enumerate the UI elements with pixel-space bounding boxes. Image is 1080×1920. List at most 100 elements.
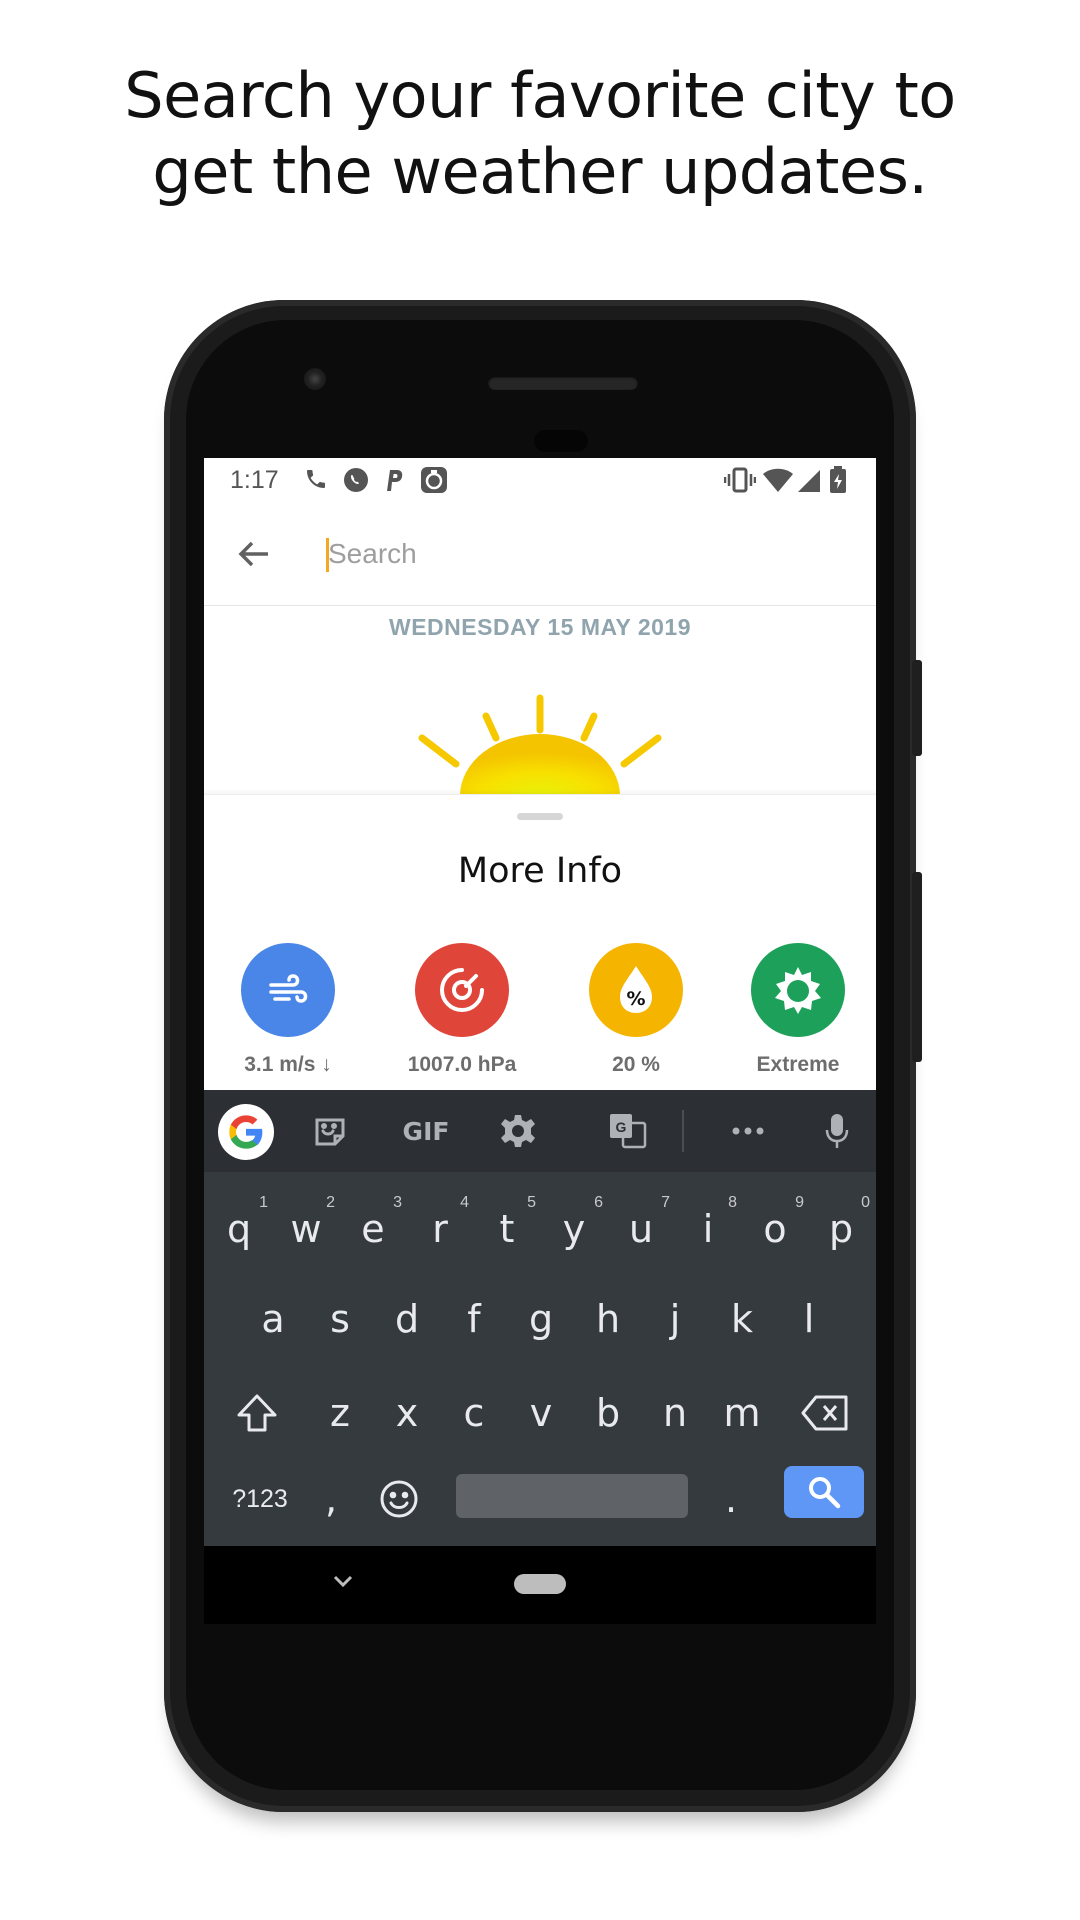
city-search-input[interactable] [326,526,846,582]
mic-icon[interactable] [822,1108,852,1154]
key-b[interactable]: b [575,1374,641,1452]
key-c[interactable]: c [441,1374,507,1452]
key-e[interactable]: e3 [340,1190,406,1268]
sun-icon [204,690,876,796]
key-a[interactable]: a [240,1280,306,1358]
uv-value: Extreme [756,1053,840,1076]
system-nav-bar [204,1546,876,1624]
key-o[interactable]: o9 [742,1190,808,1268]
uv-sun-icon [751,943,845,1037]
more-info-sheet: More Info 3.1 m/s ↓ 1007.0 hPa % 20 % Ex… [204,794,876,1090]
shift-icon[interactable] [224,1374,290,1452]
whatsapp-icon [342,466,370,499]
key-j[interactable]: j [642,1280,708,1358]
translate-icon[interactable]: G [606,1108,650,1154]
vibrate-icon [723,466,757,499]
humidity-info: % 20 % [556,943,716,1077]
more-dots-icon[interactable] [726,1108,770,1154]
key-label: r [432,1207,448,1251]
symbols-key[interactable]: ?123 [218,1460,302,1538]
key-s[interactable]: s [307,1280,373,1358]
backspace-icon[interactable] [792,1374,858,1452]
key-label: t [499,1207,515,1251]
key-hint: 8 [728,1194,737,1211]
key-hint: 6 [594,1194,603,1211]
back-arrow-icon[interactable] [234,534,274,574]
key-h[interactable]: h [575,1280,641,1358]
key-hint: 2 [326,1194,335,1211]
key-q[interactable]: q1 [206,1190,272,1268]
key-hint: 4 [460,1194,469,1211]
pressure-icon [415,943,509,1037]
key-d[interactable]: d [374,1280,440,1358]
comma-key[interactable]: , [306,1460,356,1538]
key-label: y [562,1207,586,1251]
key-l[interactable]: l [776,1280,842,1358]
key-i[interactable]: i8 [675,1190,741,1268]
search-bar [204,500,876,606]
phone-icon [304,466,328,497]
wind-info: 3.1 m/s ↓ [208,943,368,1077]
settings-gear-icon[interactable] [496,1108,540,1154]
promo-headline: Search your favorite city to get the wea… [0,58,1080,210]
key-v[interactable]: v [508,1374,574,1452]
app-notification-icon [420,466,448,499]
sticker-icon[interactable] [308,1108,352,1154]
wind-value: 3.1 m/s ↓ [244,1053,332,1076]
key-x[interactable]: x [374,1374,440,1452]
key-y[interactable]: y6 [541,1190,607,1268]
gif-button[interactable]: GIF [398,1108,454,1154]
emoji-icon[interactable] [366,1460,432,1538]
sheet-title: More Info [457,851,623,891]
search-enter-key[interactable] [784,1466,864,1518]
pressure-value: 1007.0 hPa [407,1053,517,1076]
proximity-sensor [534,430,588,452]
key-m[interactable]: m [709,1374,775,1452]
wifi-icon [762,466,794,499]
battery-charging-icon [828,466,848,499]
humidity-value: 20 % [612,1053,660,1076]
key-g[interactable]: g [508,1280,574,1358]
keyboard-toolbar: GIF G [204,1090,876,1172]
soft-keyboard: GIF G q1 w2 e3 r4 t5 y6 u7 i8 o9 p0 a s … [204,1090,876,1546]
key-w[interactable]: w2 [273,1190,339,1268]
key-u[interactable]: u7 [608,1190,674,1268]
key-hint: 5 [527,1194,536,1211]
key-hint: 7 [661,1194,670,1211]
pressure-info: 1007.0 hPa [382,943,542,1077]
volume-button [912,660,922,756]
svg-text:%: % [626,988,645,1010]
period-key[interactable]: . [706,1460,756,1538]
uv-info: Extreme [718,943,876,1077]
humidity-icon: % [589,943,683,1037]
google-icon[interactable] [218,1104,274,1160]
power-button [912,872,922,1062]
hide-keyboard-chevron-icon[interactable] [332,1574,354,1593]
key-label: p [828,1207,854,1251]
status-time: 1:17 [230,466,279,494]
home-button[interactable] [514,1574,566,1594]
search-icon [809,1477,841,1509]
key-n[interactable]: n [642,1374,708,1452]
key-z[interactable]: z [307,1374,373,1452]
key-t[interactable]: t5 [474,1190,540,1268]
status-bar: 1:17 [204,458,876,500]
sheet-drag-handle[interactable] [517,813,563,820]
toolbar-divider [682,1110,684,1152]
key-label: i [702,1207,714,1251]
headline-line-2: get the weather updates. [152,135,928,208]
key-hint: 0 [861,1194,870,1211]
key-k[interactable]: k [709,1280,775,1358]
earpiece-speaker [488,376,638,390]
key-label: o [763,1207,787,1251]
key-p[interactable]: p0 [808,1190,874,1268]
key-r[interactable]: r4 [407,1190,473,1268]
space-key[interactable] [456,1474,688,1518]
svg-text:G: G [616,1119,627,1135]
key-hint: 3 [393,1194,402,1211]
key-label: u [628,1207,654,1251]
headline-line-1: Search your favorite city to [124,59,956,132]
key-f[interactable]: f [441,1280,507,1358]
text-caret [326,538,329,572]
key-hint: 9 [795,1194,804,1211]
